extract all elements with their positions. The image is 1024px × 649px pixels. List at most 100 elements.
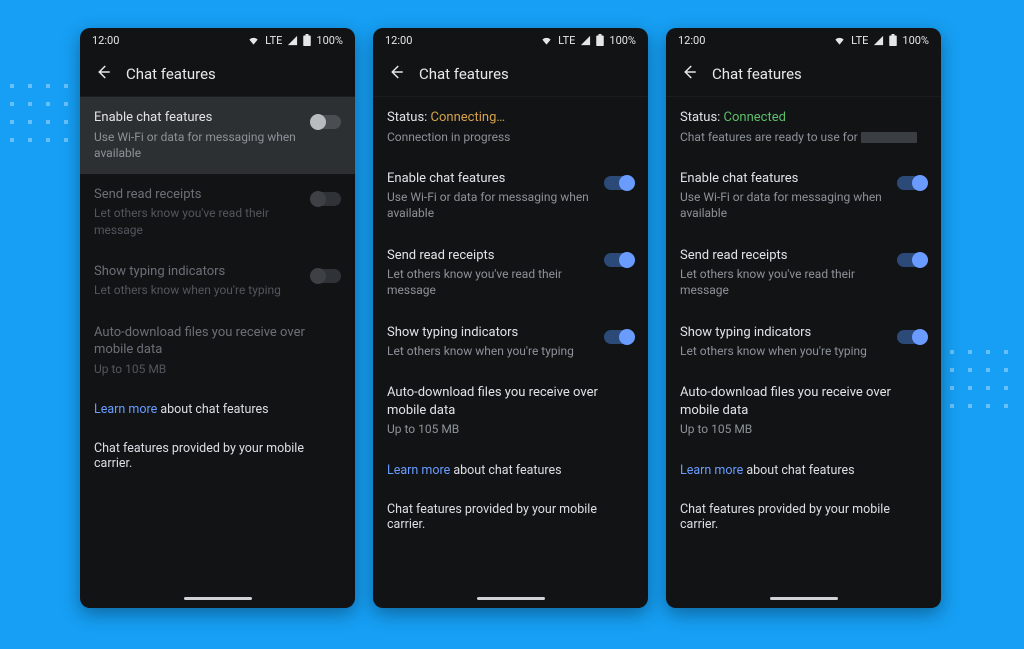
page-title: Chat features [712, 65, 802, 83]
row-auto-download[interactable]: Auto-download files you receive over mob… [666, 372, 941, 450]
decor-dots-right [950, 350, 1012, 412]
row-carrier-note: Chat features provided by your mobile ca… [373, 490, 648, 544]
battery-label: 100% [902, 34, 929, 47]
toggle-typing-indicators[interactable] [604, 330, 634, 344]
learn-more-link[interactable]: Learn more [680, 463, 743, 478]
back-icon[interactable] [680, 63, 698, 85]
status-time: 12:00 [678, 34, 705, 47]
row-title: Auto-download files you receive over mob… [387, 384, 634, 419]
status-value: Connected [724, 110, 786, 125]
status-value: Connecting… [431, 110, 506, 125]
wifi-icon [833, 35, 846, 46]
row-status: Status: Connecting… Connection in progre… [373, 97, 648, 158]
learn-more-link[interactable]: Learn more [387, 463, 450, 478]
signal-icon [287, 35, 298, 46]
battery-label: 100% [609, 34, 636, 47]
row-status: Status: Connected Chat features are read… [666, 97, 941, 158]
page-title: Chat features [126, 65, 216, 83]
row-enable-chat[interactable]: Enable chat features Use Wi-Fi or data f… [666, 158, 941, 235]
toggle-read-receipts[interactable] [897, 253, 927, 267]
row-title: Auto-download files you receive over mob… [94, 324, 341, 359]
toggle-read-receipts[interactable] [604, 253, 634, 267]
row-title: Enable chat features [94, 109, 301, 127]
page-title: Chat features [419, 65, 509, 83]
row-subtitle: Up to 105 MB [387, 421, 634, 437]
signal-icon [580, 35, 591, 46]
battery-label: 100% [316, 34, 343, 47]
app-bar: Chat features [80, 52, 355, 97]
row-subtitle: Use Wi-Fi or data for messaging when ava… [94, 129, 301, 161]
redacted-number [861, 132, 917, 143]
phone-3: 12:00 LTE 100% Chat features Status: Con… [666, 28, 941, 608]
phone-screenshots: 12:00 LTE 100% Chat features Enable chat… [80, 28, 941, 608]
row-carrier-note: Chat features provided by your mobile ca… [666, 490, 941, 544]
back-icon[interactable] [387, 63, 405, 85]
status-subtitle: Connection in progress [387, 129, 634, 145]
toggle-enable-chat[interactable] [604, 176, 634, 190]
row-title: Show typing indicators [94, 263, 301, 281]
phone-2: 12:00 LTE 100% Chat features Status: Con… [373, 28, 648, 608]
app-bar: Chat features [666, 52, 941, 97]
battery-icon [596, 34, 604, 46]
toggle-typing-indicators[interactable] [897, 330, 927, 344]
row-auto-download: Auto-download files you receive over mob… [80, 312, 355, 390]
row-read-receipts: Send read receipts Let others know you'v… [80, 174, 355, 251]
signal-icon [873, 35, 884, 46]
phone-1: 12:00 LTE 100% Chat features Enable chat… [80, 28, 355, 608]
row-read-receipts[interactable]: Send read receipts Let others know you'v… [666, 235, 941, 312]
status-time: 12:00 [92, 34, 119, 47]
status-label: Status: [387, 110, 431, 125]
row-subtitle: Use Wi-Fi or data for messaging when ava… [680, 189, 887, 221]
row-title: Send read receipts [680, 247, 887, 265]
row-subtitle: Let others know when you're typing [94, 282, 301, 298]
learn-more-rest: about chat features [450, 463, 561, 478]
status-bar: 12:00 LTE 100% [666, 28, 941, 52]
status-subtitle: Chat features are ready to use for [680, 129, 927, 145]
row-learn-more[interactable]: Learn more about chat features [666, 451, 941, 490]
network-label: LTE [265, 34, 282, 47]
home-indicator[interactable] [770, 597, 838, 600]
toggle-enable-chat[interactable] [897, 176, 927, 190]
toggle-read-receipts [311, 192, 341, 206]
row-title: Auto-download files you receive over mob… [680, 384, 927, 419]
learn-more-rest: about chat features [157, 402, 268, 417]
network-label: LTE [851, 34, 868, 47]
row-typing-indicators: Show typing indicators Let others know w… [80, 251, 355, 312]
row-auto-download[interactable]: Auto-download files you receive over mob… [373, 372, 648, 450]
row-title: Enable chat features [680, 170, 887, 188]
row-subtitle: Let others know you've read their messag… [680, 266, 887, 298]
row-enable-chat[interactable]: Enable chat features Use Wi-Fi or data f… [80, 97, 355, 174]
battery-icon [889, 34, 897, 46]
row-title: Send read receipts [94, 186, 301, 204]
row-typing-indicators[interactable]: Show typing indicators Let others know w… [666, 312, 941, 373]
row-typing-indicators[interactable]: Show typing indicators Let others know w… [373, 312, 648, 373]
toggle-enable-chat[interactable] [311, 115, 341, 129]
battery-icon [303, 34, 311, 46]
home-indicator[interactable] [477, 597, 545, 600]
row-learn-more[interactable]: Learn more about chat features [80, 390, 355, 429]
status-label: Status: [680, 110, 724, 125]
row-subtitle: Let others know you've read their messag… [94, 205, 301, 237]
wifi-icon [540, 35, 553, 46]
learn-more-link[interactable]: Learn more [94, 402, 157, 417]
status-right: LTE 100% [833, 34, 929, 47]
row-subtitle: Use Wi-Fi or data for messaging when ava… [387, 189, 594, 221]
row-enable-chat[interactable]: Enable chat features Use Wi-Fi or data f… [373, 158, 648, 235]
row-title: Send read receipts [387, 247, 594, 265]
app-bar: Chat features [373, 52, 648, 97]
row-subtitle: Let others know you've read their messag… [387, 266, 594, 298]
status-bar: 12:00 LTE 100% [373, 28, 648, 52]
home-indicator[interactable] [184, 597, 252, 600]
wifi-icon [247, 35, 260, 46]
row-subtitle: Up to 105 MB [680, 421, 927, 437]
row-title: Show typing indicators [387, 324, 594, 342]
toggle-typing-indicators [311, 269, 341, 283]
back-icon[interactable] [94, 63, 112, 85]
decor-dots-left [10, 84, 72, 146]
status-right: LTE 100% [247, 34, 343, 47]
status-right: LTE 100% [540, 34, 636, 47]
row-read-receipts[interactable]: Send read receipts Let others know you'v… [373, 235, 648, 312]
row-learn-more[interactable]: Learn more about chat features [373, 451, 648, 490]
row-title: Show typing indicators [680, 324, 887, 342]
learn-more-rest: about chat features [743, 463, 854, 478]
